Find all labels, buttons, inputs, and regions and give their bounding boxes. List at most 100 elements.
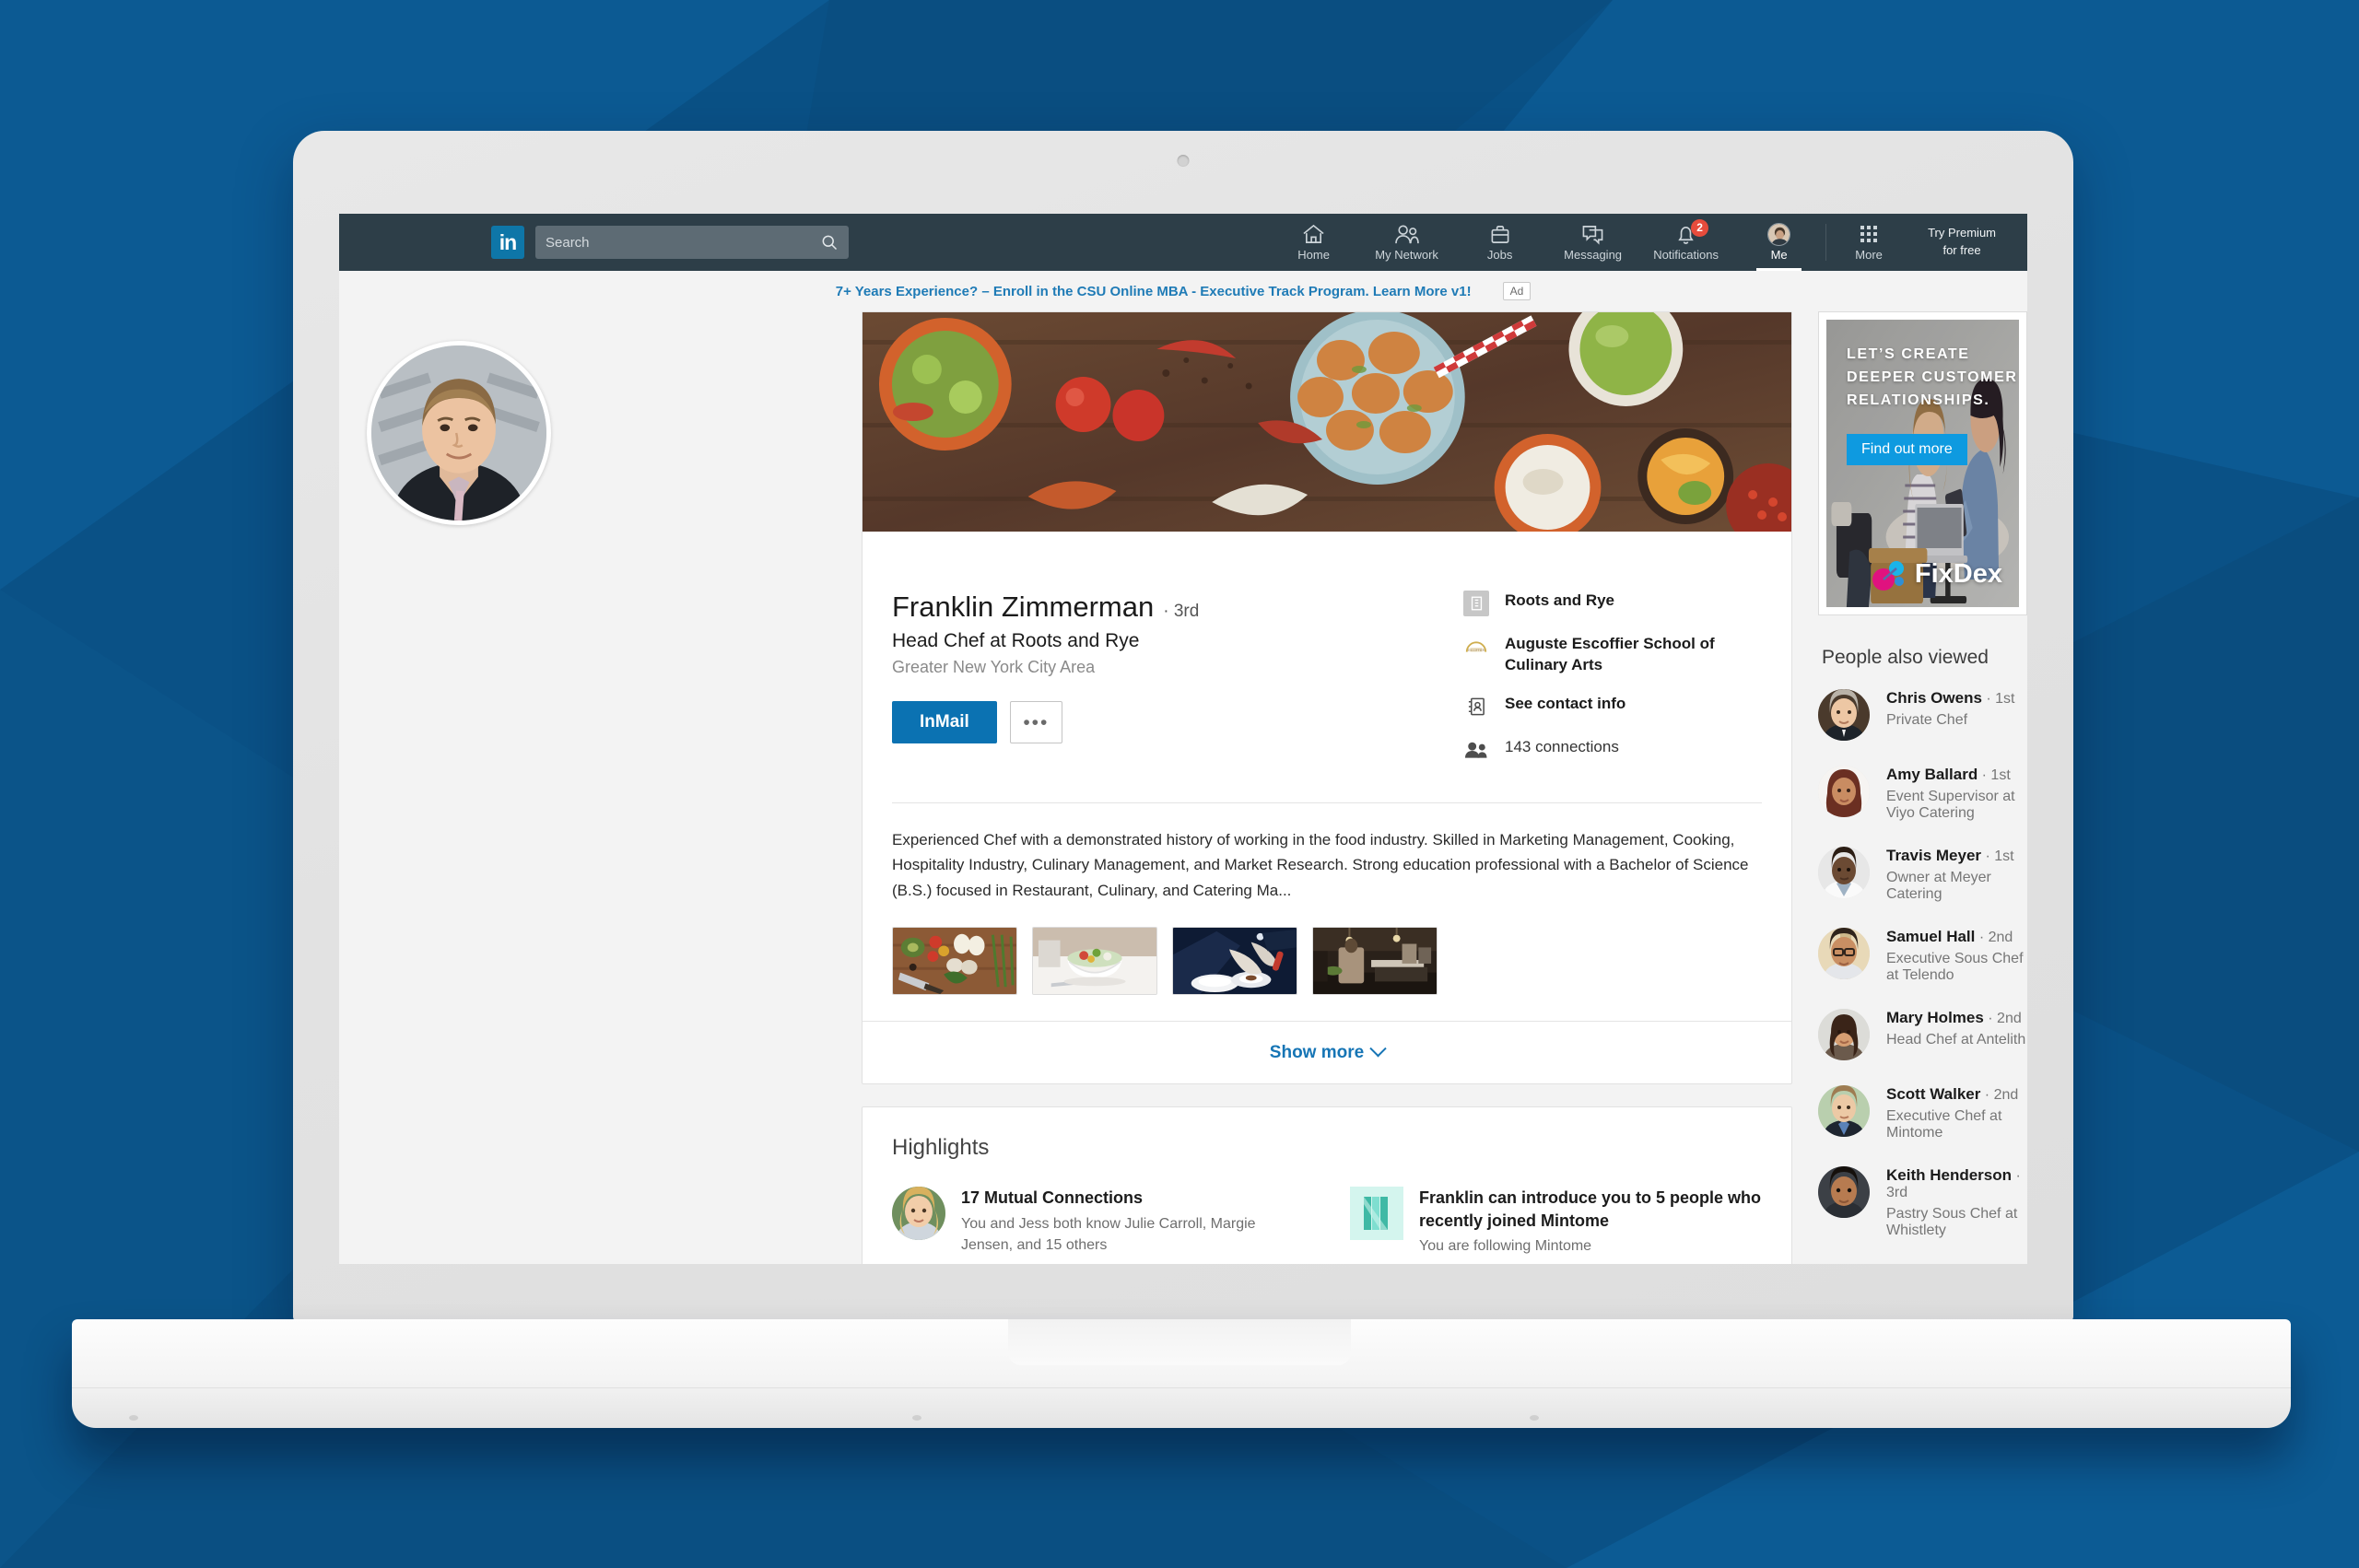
person-name: Keith Henderson (1886, 1166, 2013, 1184)
try-premium-button[interactable]: Try Premium for free (1911, 225, 2027, 260)
mintome-logo-icon (1350, 1187, 1403, 1241)
media-thumb-kitchen[interactable] (1312, 927, 1438, 996)
people-also-viewed-item[interactable]: Mary Holmes · 2nd Head Chef at Antelith (1818, 1009, 2027, 1060)
info-row-connections[interactable]: 143 connections (1463, 737, 1749, 763)
contact-info-link[interactable]: See contact info (1505, 694, 1625, 715)
people-icon (1393, 223, 1420, 245)
people-also-viewed-item[interactable]: Scott Walker · 2nd Executive Chef at Min… (1818, 1085, 2027, 1141)
navbar-right: More Try Premium for free (1826, 214, 2027, 271)
name-row: Franklin Zimmerman · 3rd (892, 591, 1456, 624)
home-icon (1302, 223, 1325, 245)
ad-label: Ad (1502, 282, 1532, 300)
navbar-primary-nav: Home My Network Jobs Messaging 2 Notific… (1267, 214, 1825, 271)
person-name: Scott Walker (1886, 1085, 1981, 1103)
laptop-hinge-notch (1008, 1319, 1351, 1365)
cover-photo[interactable]: in (863, 312, 1791, 532)
avatar (1818, 928, 1870, 979)
grid-dots-icon (1860, 223, 1878, 245)
cover-photo-image (863, 312, 1791, 532)
laptop-foot (129, 1415, 138, 1421)
people-also-viewed-item[interactable]: Chris Owens · 1st Private Chef (1818, 689, 2027, 741)
search-icon[interactable] (820, 233, 839, 252)
show-more-button[interactable]: Show more (863, 1021, 1791, 1083)
person-degree: · 1st (1981, 767, 2011, 783)
linkedin-logo-icon[interactable]: in (491, 226, 524, 259)
avatar (1818, 766, 1870, 817)
highlight-item-mutual-connections[interactable]: 17 Mutual Connections You and Jess both … (892, 1187, 1304, 1257)
chevron-down-icon (1369, 1040, 1387, 1058)
svg-text:ESCOFFIER: ESCOFFIER (1468, 649, 1485, 652)
person-degree: · 2nd (1984, 1087, 2019, 1103)
people-also-viewed-title: People also viewed (1822, 647, 1989, 668)
highlights-title: Highlights (892, 1135, 990, 1161)
media-thumb-ingredients[interactable] (892, 927, 1017, 996)
person-role: Private Chef (1886, 712, 1968, 728)
media-thumbnails (892, 927, 1762, 1021)
nav-item-messaging[interactable]: Messaging (1546, 214, 1639, 271)
profile-name: Franklin Zimmerman (892, 591, 1155, 623)
message-icon (1581, 223, 1604, 245)
info-row-contact[interactable]: See contact info (1463, 694, 1749, 720)
people-also-viewed-item[interactable]: Keith Henderson · 3rd Pastry Sous Chef a… (1818, 1166, 2027, 1239)
sidebar-ad-image: Let’s create deeper customer relationshi… (1826, 320, 2019, 607)
nav-item-more[interactable]: More (1826, 214, 1911, 271)
person-role: Event Supervisor at Viyo Catering (1886, 789, 2015, 821)
nav-item-me[interactable]: Me (1732, 214, 1825, 271)
person-degree: · 1st (1986, 691, 2015, 707)
mutual-connection-avatar (892, 1187, 945, 1241)
sidebar-ad-card[interactable]: Let’s create deeper customer relationshi… (1818, 311, 2027, 615)
profile-photo[interactable] (367, 341, 551, 525)
person-name: Samuel Hall (1886, 928, 1976, 945)
try-premium-line2: for free (1942, 243, 1981, 257)
profile-degree: · 3rd (1163, 602, 1200, 621)
connections-icon (1463, 737, 1489, 763)
briefcase-icon (1489, 223, 1511, 245)
identity-right: Roots and Rye ESCOFFIER Auguste Escoffie… (1456, 591, 1749, 780)
person-name: Amy Ballard (1886, 766, 1978, 783)
info-row-company[interactable]: Roots and Rye (1463, 591, 1749, 616)
ad-brand-name: FixDex (1914, 558, 2002, 589)
person-degree: · 1st (1985, 848, 2014, 864)
profile-headline: Head Chef at Roots and Rye (892, 630, 1140, 651)
media-thumb-salad-bowl[interactable] (1032, 927, 1157, 996)
notification-badge: 2 (1691, 219, 1709, 237)
highlights-card: Highlights 17 Mutual Connections You and… (862, 1106, 1792, 1264)
highlight-title: Franklin can introduce you to 5 people w… (1419, 1188, 1762, 1230)
people-also-viewed-item[interactable]: Samuel Hall · 2nd Executive Sous Chef at… (1818, 928, 2027, 984)
school-icon: ESCOFFIER (1463, 634, 1489, 660)
people-also-viewed-item[interactable]: Amy Ballard · 1st Event Supervisor at Vi… (1818, 766, 2027, 822)
more-actions-button[interactable]: ••• (1009, 701, 1062, 743)
promo-link[interactable]: 7+ Years Experience? – Enroll in the CSU… (836, 284, 1472, 299)
search-box[interactable] (535, 226, 849, 259)
ad-headline: Let’s create deeper customer relationshi… (1847, 346, 2018, 408)
nav-item-jobs[interactable]: Jobs (1453, 214, 1546, 271)
company-icon (1463, 591, 1489, 616)
contact-card-icon (1463, 694, 1489, 720)
company-name: Roots and Rye (1505, 591, 1615, 609)
highlight-item-introductions[interactable]: Franklin can introduce you to 5 people w… (1350, 1187, 1762, 1257)
people-also-viewed-item[interactable]: Travis Meyer · 1st Owner at Meyer Cateri… (1818, 847, 2027, 903)
nav-item-my-network[interactable]: My Network (1360, 214, 1453, 271)
profile-location: Greater New York City Area (892, 658, 1096, 676)
nav-item-home[interactable]: Home (1267, 214, 1360, 271)
ad-cta-button[interactable]: Find out more (1847, 434, 1967, 465)
person-role: Owner at Meyer Catering (1886, 870, 1991, 902)
connections-count: 143 connections (1505, 737, 1619, 755)
highlight-subtitle: You and Jess both know Julie Carroll, Ma… (961, 1215, 1256, 1253)
ad-brand: FixDex (1871, 556, 2002, 592)
nav-item-notifications[interactable]: 2 Notifications (1639, 214, 1732, 271)
laptop-foot (1530, 1415, 1539, 1421)
person-name: Mary Holmes (1886, 1009, 1984, 1026)
page-body: in (339, 311, 2027, 1264)
nav-label-jobs: Jobs (1486, 248, 1513, 262)
media-thumb-plating[interactable] (1172, 927, 1297, 996)
person-role: Head Chef at Antelith (1886, 1032, 2026, 1047)
school-name: Auguste Escoffier School of Culinary Art… (1505, 635, 1715, 673)
identity-left: Franklin Zimmerman · 3rd Head Chef at Ro… (892, 591, 1456, 780)
sidebar-column: Let’s create deeper customer relationshi… (1818, 311, 2027, 1264)
inmail-button[interactable]: InMail (892, 701, 997, 743)
laptop-foot (912, 1415, 921, 1421)
search-input[interactable] (546, 234, 820, 251)
info-row-school[interactable]: ESCOFFIER Auguste Escoffier School of Cu… (1463, 634, 1749, 676)
linkedin-navbar: in Home (339, 214, 2027, 271)
